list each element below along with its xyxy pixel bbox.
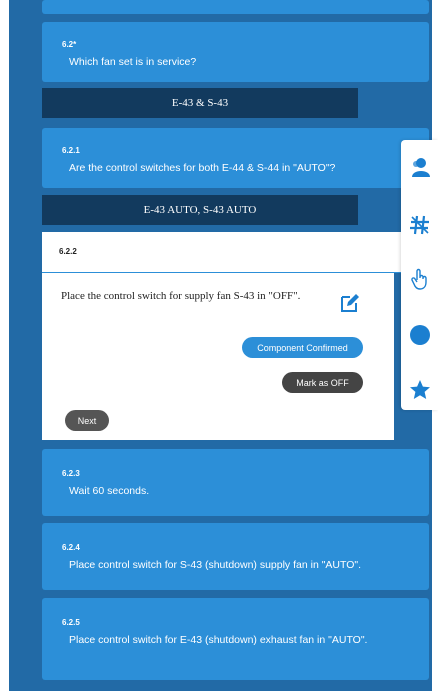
step-number: 6.2.2 (59, 247, 77, 256)
step-card-top (42, 0, 429, 14)
step-text: Which fan set is in service? (69, 56, 197, 68)
component-confirmed-button[interactable]: Component Confirmed (242, 337, 363, 358)
step-text: Place control switch for E-43 (shutdown)… (69, 634, 368, 646)
person-icon[interactable] (409, 156, 431, 178)
hashtag-icon[interactable] (409, 214, 431, 236)
circle-icon[interactable] (409, 324, 431, 346)
star-icon[interactable] (409, 379, 431, 401)
side-toolbar (401, 140, 438, 410)
step-card-6-2-1[interactable]: 6.2.1 Are the control switches for both … (42, 128, 429, 188)
active-step-body: Place the control switch for supply fan … (42, 273, 394, 440)
step-instruction: Place the control switch for supply fan … (61, 290, 301, 302)
step-card-6-2-4[interactable]: 6.2.4 Place control switch for S-43 (shu… (42, 523, 429, 590)
step-number: 6.2.1 (62, 146, 80, 155)
step-number: 6.2.5 (62, 618, 80, 627)
active-step-header: 6.2.2 (42, 232, 429, 273)
step-card-6-2-5[interactable]: 6.2.5 Place control switch for E-43 (shu… (42, 598, 429, 680)
step-text: Place control switch for S-43 (shutdown)… (69, 559, 362, 571)
step-number: 6.2* (62, 40, 77, 49)
edit-icon[interactable] (340, 293, 360, 313)
hand-pointer-icon[interactable] (409, 268, 431, 290)
step-text: Wait 60 seconds. (69, 485, 150, 497)
mark-as-off-button[interactable]: Mark as OFF (282, 372, 363, 393)
step-number: 6.2.3 (62, 469, 80, 478)
step-answer: E-43 & S-43 (42, 88, 358, 118)
step-card-6-2-3[interactable]: 6.2.3 Wait 60 seconds. (42, 449, 429, 516)
step-text: Are the control switches for both E-44 &… (69, 162, 336, 174)
step-number: 6.2.4 (62, 543, 80, 552)
step-answer: E-43 AUTO, S-43 AUTO (42, 195, 358, 225)
step-card-6-2[interactable]: 6.2* Which fan set is in service? (42, 22, 429, 82)
next-button[interactable]: Next (65, 410, 109, 431)
procedure-frame: 6.2* Which fan set is in service? E-43 &… (9, 0, 432, 691)
